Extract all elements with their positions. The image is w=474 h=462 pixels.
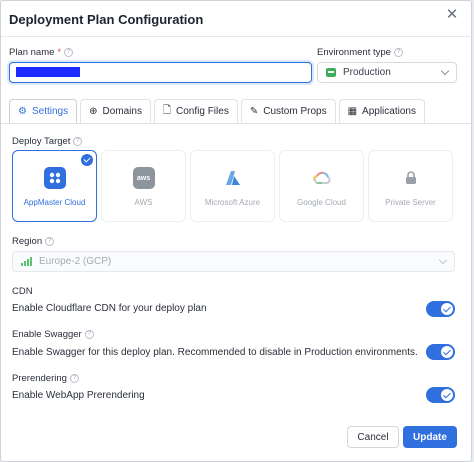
target-appmaster-cloud[interactable]: AppMaster Cloud bbox=[12, 150, 97, 222]
gear-icon: ⚙ bbox=[18, 106, 27, 117]
help-icon: ? bbox=[64, 48, 74, 57]
cancel-button[interactable]: Cancel bbox=[347, 426, 399, 448]
tab-domains[interactable]: ⊕ Domains bbox=[80, 99, 151, 123]
target-aws[interactable]: aws AWS bbox=[101, 150, 186, 222]
swagger-label: Enable Swagger ? bbox=[12, 329, 94, 340]
environment-type-select[interactable]: Production bbox=[317, 62, 457, 83]
check-icon bbox=[441, 389, 453, 401]
check-icon bbox=[441, 346, 453, 358]
check-icon bbox=[441, 303, 453, 315]
swagger-description: Enable Swagger for this deploy plan. Rec… bbox=[12, 347, 418, 358]
google-cloud-logo-icon bbox=[311, 167, 333, 189]
target-microsoft-azure[interactable]: Microsoft Azure bbox=[190, 150, 275, 222]
deployment-plan-dialog: Deployment Plan Configuration ✕ Plan nam… bbox=[0, 0, 473, 462]
globe-icon: ⊕ bbox=[89, 106, 98, 117]
tab-applications[interactable]: ▦ Applications bbox=[338, 99, 425, 123]
grid-icon: ▦ bbox=[347, 106, 358, 117]
swagger-toggle[interactable] bbox=[426, 344, 455, 360]
tab-config-files[interactable]: 🗋 Config Files bbox=[153, 99, 238, 123]
redacted-plan-name bbox=[16, 67, 80, 77]
help-icon: ? bbox=[393, 48, 403, 57]
cdn-label: CDN bbox=[12, 286, 33, 297]
plan-name-label: Plan name * ? bbox=[9, 47, 74, 58]
environment-value: Production bbox=[343, 67, 391, 78]
azure-logo-icon bbox=[222, 167, 244, 189]
tab-settings[interactable]: ⚙ Settings bbox=[9, 99, 78, 123]
chevron-down-icon bbox=[438, 255, 448, 265]
environment-type-label: Environment type ? bbox=[317, 47, 403, 58]
deploy-target-label: Deploy Target ? bbox=[12, 136, 83, 147]
server-icon bbox=[326, 68, 336, 77]
help-icon: ? bbox=[73, 137, 83, 146]
target-google-cloud[interactable]: Google Cloud bbox=[279, 150, 364, 222]
region-select[interactable]: Europe-2 (GCP) bbox=[12, 251, 455, 272]
lock-icon bbox=[400, 167, 422, 189]
region-label: Region ? bbox=[12, 236, 55, 247]
prerendering-toggle[interactable] bbox=[426, 387, 455, 403]
config-tabs: ⚙ Settings ⊕ Domains 🗋 Config Files ✎ Cu… bbox=[9, 99, 428, 123]
dialog-title: Deployment Plan Configuration bbox=[9, 12, 204, 27]
update-button[interactable]: Update bbox=[403, 426, 457, 448]
help-icon: ? bbox=[45, 237, 55, 246]
signal-bars-icon bbox=[21, 257, 32, 266]
cdn-toggle[interactable] bbox=[426, 301, 455, 317]
plan-name-input[interactable] bbox=[9, 62, 312, 83]
header-divider bbox=[1, 36, 473, 37]
file-icon: 🗋 bbox=[162, 105, 172, 116]
chevron-down-icon bbox=[440, 66, 450, 76]
cdn-description: Enable Cloudflare CDN for your deploy pl… bbox=[12, 303, 207, 314]
target-private-server[interactable]: Private Server bbox=[368, 150, 453, 222]
wrench-icon: ✎ bbox=[249, 106, 259, 117]
appmaster-logo-icon bbox=[43, 167, 66, 189]
checkmark-icon bbox=[81, 154, 93, 166]
aws-logo-icon: aws bbox=[132, 167, 155, 189]
prerendering-label: Prerendering ? bbox=[12, 373, 79, 384]
tabs-divider bbox=[1, 123, 473, 124]
deploy-target-options: AppMaster Cloud aws AWS Microsoft Azure … bbox=[12, 150, 457, 222]
region-value: Europe-2 (GCP) bbox=[39, 256, 112, 267]
help-icon: ? bbox=[69, 374, 79, 383]
help-icon: ? bbox=[84, 330, 94, 339]
tab-custom-props[interactable]: ✎ Custom Props bbox=[240, 99, 336, 123]
prerendering-description: Enable WebApp Prerendering bbox=[12, 390, 145, 401]
close-icon[interactable]: ✕ bbox=[444, 7, 460, 23]
